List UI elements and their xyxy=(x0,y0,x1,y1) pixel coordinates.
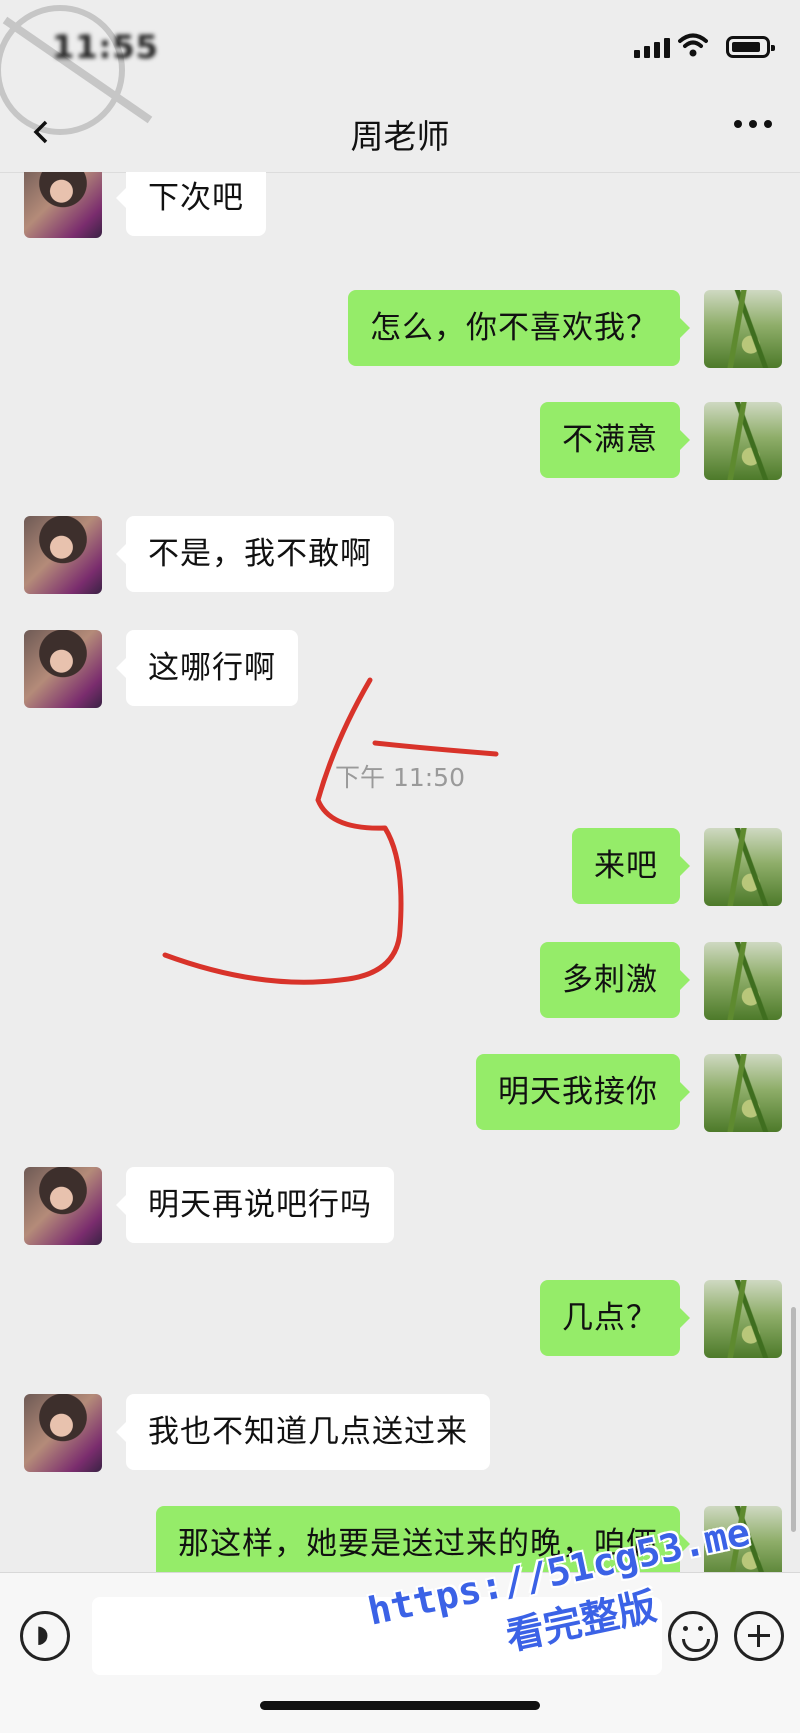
self-avatar[interactable] xyxy=(704,942,782,1020)
self-avatar[interactable] xyxy=(704,1280,782,1358)
signal-icon xyxy=(634,38,670,58)
chat-title: 周老师 xyxy=(350,117,450,156)
message-bubble[interactable]: 怎么，你不喜欢我？ xyxy=(348,290,690,366)
home-indicator xyxy=(260,1701,540,1710)
message-bubble[interactable]: 明天再说吧行吗 xyxy=(116,1167,394,1243)
message-bubble[interactable]: 多刺激 xyxy=(540,942,690,1018)
contact-avatar[interactable] xyxy=(24,630,102,708)
chat-timestamp: 下午 11:50 xyxy=(335,763,465,792)
message-bubble[interactable]: 几点？ xyxy=(540,1280,690,1356)
contact-avatar[interactable] xyxy=(24,1167,102,1245)
wifi-icon xyxy=(678,33,708,57)
self-avatar[interactable] xyxy=(704,402,782,480)
status-time: 11:55 xyxy=(52,28,159,66)
self-avatar[interactable] xyxy=(704,290,782,368)
chat-area[interactable]: 下次吧 怎么，你不喜欢我？ 不满意 不是，我不敢啊 这哪行啊 下午 11:50 … xyxy=(0,172,800,1572)
contact-avatar[interactable] xyxy=(24,516,102,594)
self-avatar[interactable] xyxy=(704,828,782,906)
battery-icon xyxy=(726,36,775,58)
more-dots-icon[interactable] xyxy=(734,120,772,128)
contact-avatar[interactable] xyxy=(24,1394,102,1472)
plus-icon[interactable] xyxy=(734,1611,784,1661)
contact-avatar[interactable] xyxy=(24,172,102,238)
status-bar: 11:55 xyxy=(0,0,800,135)
message-bubble[interactable]: 这哪行啊 xyxy=(116,630,298,706)
message-bubble[interactable]: 来吧 xyxy=(572,828,690,904)
self-avatar[interactable] xyxy=(704,1054,782,1132)
message-bubble[interactable]: 下次吧 xyxy=(116,172,266,236)
scrollbar[interactable] xyxy=(791,1307,796,1532)
message-bubble[interactable]: 我也不知道几点送过来 xyxy=(116,1394,490,1470)
voice-icon[interactable] xyxy=(20,1611,70,1661)
nav-bar: 周老师 xyxy=(0,96,800,173)
message-bubble[interactable]: 不是，我不敢啊 xyxy=(116,516,394,592)
message-bubble[interactable]: 不满意 xyxy=(540,402,690,478)
message-bubble[interactable]: 明天我接你 xyxy=(476,1054,690,1130)
